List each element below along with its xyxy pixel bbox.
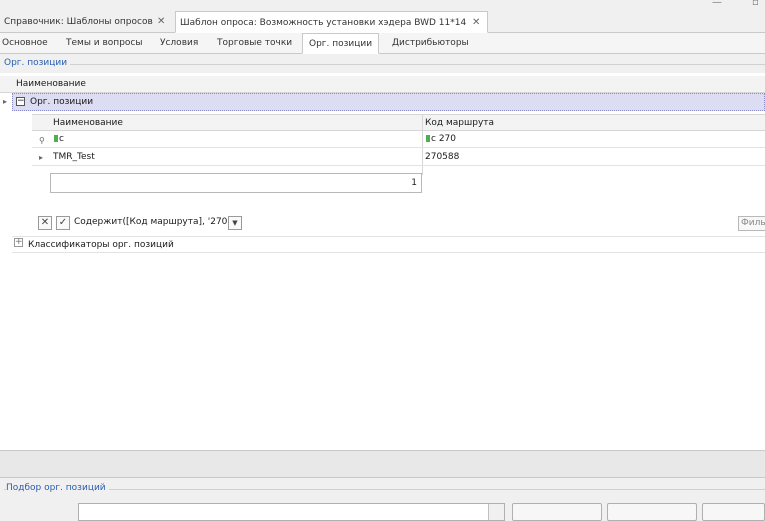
doc-tab-label: Шаблон опроса: Возможность установки хэд… bbox=[180, 18, 467, 28]
select-button[interactable] bbox=[512, 503, 602, 521]
begins-with-icon bbox=[426, 135, 430, 142]
name-filter-cell[interactable]: c bbox=[53, 131, 64, 147]
select-all-button[interactable] bbox=[607, 503, 697, 521]
begins-with-icon bbox=[54, 135, 58, 142]
selection-input[interactable] bbox=[78, 503, 505, 521]
code-filter-value: 270 bbox=[438, 134, 457, 144]
org-group-title: Орг. позиции bbox=[4, 58, 71, 68]
detail-grid-header: Наименование Код маршрута bbox=[32, 114, 765, 131]
classifiers-row[interactable]: + Классификаторы орг. позиций bbox=[12, 236, 765, 253]
tab-conditions[interactable]: Условия bbox=[160, 33, 198, 54]
dropdown-arrow-icon[interactable]: ▼ bbox=[228, 216, 242, 230]
tab-outlets[interactable]: Торговые точки bbox=[217, 33, 292, 54]
tab-main[interactable]: Основное bbox=[2, 33, 48, 54]
tab-topics[interactable]: Темы и вопросы bbox=[66, 33, 142, 54]
checkbox-icon[interactable]: ✓ bbox=[56, 216, 70, 230]
column-header-name[interactable]: Наименование bbox=[16, 76, 86, 93]
close-icon[interactable]: ✕ bbox=[472, 12, 480, 34]
doc-tab-template[interactable]: Шаблон опроса: Возможность установки хэд… bbox=[175, 11, 488, 33]
filter-editor-button[interactable]: Филь bbox=[738, 216, 765, 231]
plus-expander-icon[interactable]: + bbox=[14, 238, 23, 247]
master-grid-header: Наименование bbox=[0, 76, 765, 93]
selection-group-title: Подбор орг. позиций bbox=[6, 483, 109, 493]
panel-splitter[interactable] bbox=[0, 450, 765, 478]
group-rule bbox=[4, 64, 765, 65]
column-header-route-code[interactable]: Код маршрута bbox=[425, 115, 494, 131]
close-icon[interactable]: ✕ bbox=[157, 11, 165, 33]
tab-distributors[interactable]: Дистрибьюторы bbox=[392, 33, 469, 54]
empty-grid-area bbox=[0, 253, 765, 450]
close-x-icon[interactable]: ✕ bbox=[38, 216, 52, 230]
restore-icon[interactable]: ▫ bbox=[752, 0, 759, 8]
minimize-icon[interactable]: — bbox=[712, 0, 722, 8]
dropdown-arrow-icon[interactable] bbox=[488, 504, 504, 520]
title-strip: — ▫ bbox=[0, 0, 765, 11]
clear-button[interactable] bbox=[702, 503, 765, 521]
section-tabs: Основное Темы и вопросы Условия Торговые… bbox=[0, 33, 765, 54]
code-filter-cell[interactable]: c 270 bbox=[425, 131, 456, 147]
doc-tab-label: Справочник: Шаблоны опросов bbox=[4, 17, 153, 27]
filter-expression[interactable]: Содержит([Код маршрута], '270') bbox=[74, 217, 233, 227]
table-row[interactable]: TMR_Test 270588 bbox=[32, 149, 765, 166]
auto-filter-row: c c 270 bbox=[32, 131, 765, 148]
group-row-label: Орг. позиции bbox=[30, 97, 94, 107]
group-rule bbox=[4, 489, 765, 490]
row-route-code: 270588 bbox=[425, 152, 460, 162]
row-name: TMR_Test bbox=[53, 152, 95, 162]
doc-tab-templates[interactable]: Справочник: Шаблоны опросов ✕ bbox=[0, 11, 172, 33]
row-pointer-icon: ▸ bbox=[3, 97, 8, 106]
document-tabs: Справочник: Шаблоны опросов ✕ Шаблон опр… bbox=[0, 11, 765, 33]
filter-panel: ✕ ✓ Содержит([Код маршрута], '270') ▼ Фи… bbox=[32, 211, 765, 236]
column-header-name[interactable]: Наименование bbox=[53, 115, 123, 131]
classifiers-label: Классификаторы орг. позиций bbox=[28, 240, 174, 250]
row-count-footer: 1 bbox=[50, 173, 422, 193]
tab-org-positions[interactable]: Орг. позиции bbox=[302, 33, 380, 54]
group-row-org-positions[interactable]: − Орг. позиции bbox=[12, 93, 765, 111]
minus-expander-icon[interactable]: − bbox=[16, 97, 25, 106]
